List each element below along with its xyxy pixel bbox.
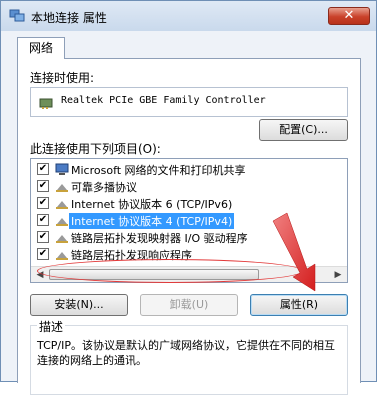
list-item[interactable]: ✔ Internet 协议版本 6 (TCP/IPv6) bbox=[31, 195, 343, 212]
network-tab-panel: 连接时使用: Realtek PCIe GBE Family Controlle… bbox=[17, 58, 361, 395]
description-title: 描述 bbox=[37, 318, 66, 335]
item-label: Internet 协议版本 4 (TCP/IPv4) bbox=[69, 213, 235, 229]
item-label: 链路层拓扑发现响应程序 bbox=[71, 249, 192, 262]
item-checkbox[interactable]: ✔ bbox=[37, 180, 49, 192]
connect-using-label: 连接时使用: bbox=[30, 71, 95, 85]
protocol-icon bbox=[56, 184, 68, 192]
list-item[interactable]: ✔ Microsoft 网络的文件和打印机共享 bbox=[31, 161, 343, 178]
item-checkbox[interactable]: ✔ bbox=[37, 163, 49, 175]
item-checkbox[interactable]: ✔ bbox=[37, 248, 49, 260]
scroll-left-icon[interactable]: ◀ bbox=[33, 269, 47, 281]
title-bar[interactable]: 本地连接 属性 ✕ bbox=[1, 1, 376, 31]
configure-button[interactable]: 配置(C)... bbox=[259, 119, 348, 141]
uninstall-button[interactable]: 卸载(U) bbox=[140, 294, 238, 316]
properties-button[interactable]: 属性(R) bbox=[250, 294, 348, 316]
items-list[interactable]: ✔ Microsoft 网络的文件和打印机共享 ✔ 可靠多播协议 ✔ Inter… bbox=[30, 158, 348, 283]
description-text: TCP/IP。该协议是默认的广域网络协议，它提供在不同的相互连接的网络上的通讯。 bbox=[37, 339, 335, 367]
list-item-selected[interactable]: ✔ Internet 协议版本 4 (TCP/IPv4) bbox=[31, 212, 343, 229]
item-checkbox[interactable]: ✔ bbox=[37, 197, 49, 209]
items-label: 此连接使用下列项目(O): bbox=[30, 142, 161, 156]
properties-window: 本地连接 属性 ✕ 网络 连接时使用: Realtek PCIe GBE Fam… bbox=[0, 0, 377, 395]
item-label: Internet 协议版本 6 (TCP/IPv6) bbox=[71, 198, 233, 211]
item-checkbox[interactable]: ✔ bbox=[37, 214, 49, 226]
item-label: 链路层拓扑发现映射器 I/O 驱动程序 bbox=[71, 232, 248, 245]
adapter-box: Realtek PCIe GBE Family Controller bbox=[30, 87, 348, 117]
description-group: 描述 TCP/IP。该协议是默认的广域网络协议，它提供在不同的相互连接的网络上的… bbox=[30, 318, 348, 395]
list-item[interactable]: ✔ 可靠多播协议 bbox=[31, 178, 343, 195]
network-share-icon bbox=[55, 163, 69, 175]
network-connection-icon bbox=[9, 9, 25, 22]
window-title: 本地连接 属性 bbox=[31, 11, 107, 25]
network-adapter-icon bbox=[39, 98, 53, 109]
scroll-right-icon[interactable]: ▶ bbox=[331, 269, 345, 281]
protocol-icon bbox=[56, 201, 68, 209]
protocol-icon bbox=[56, 218, 68, 226]
protocol-icon bbox=[56, 235, 68, 243]
scroll-thumb[interactable] bbox=[49, 269, 259, 280]
tab-network[interactable]: 网络 bbox=[17, 37, 65, 59]
protocol-icon bbox=[56, 252, 68, 260]
adapter-name: Realtek PCIe GBE Family Controller bbox=[61, 95, 266, 106]
install-button[interactable]: 安装(N)... bbox=[30, 294, 128, 316]
list-item[interactable]: ✔ 链路层拓扑发现映射器 I/O 驱动程序 bbox=[31, 229, 343, 246]
item-label: 可靠多播协议 bbox=[71, 181, 137, 194]
item-label: Microsoft 网络的文件和打印机共享 bbox=[71, 164, 246, 177]
list-item[interactable]: ✔ 链路层拓扑发现响应程序 bbox=[31, 246, 343, 263]
close-button[interactable]: ✕ bbox=[328, 7, 370, 25]
horizontal-scrollbar[interactable]: ◀ ▶ bbox=[31, 266, 347, 282]
item-checkbox[interactable]: ✔ bbox=[37, 231, 49, 243]
